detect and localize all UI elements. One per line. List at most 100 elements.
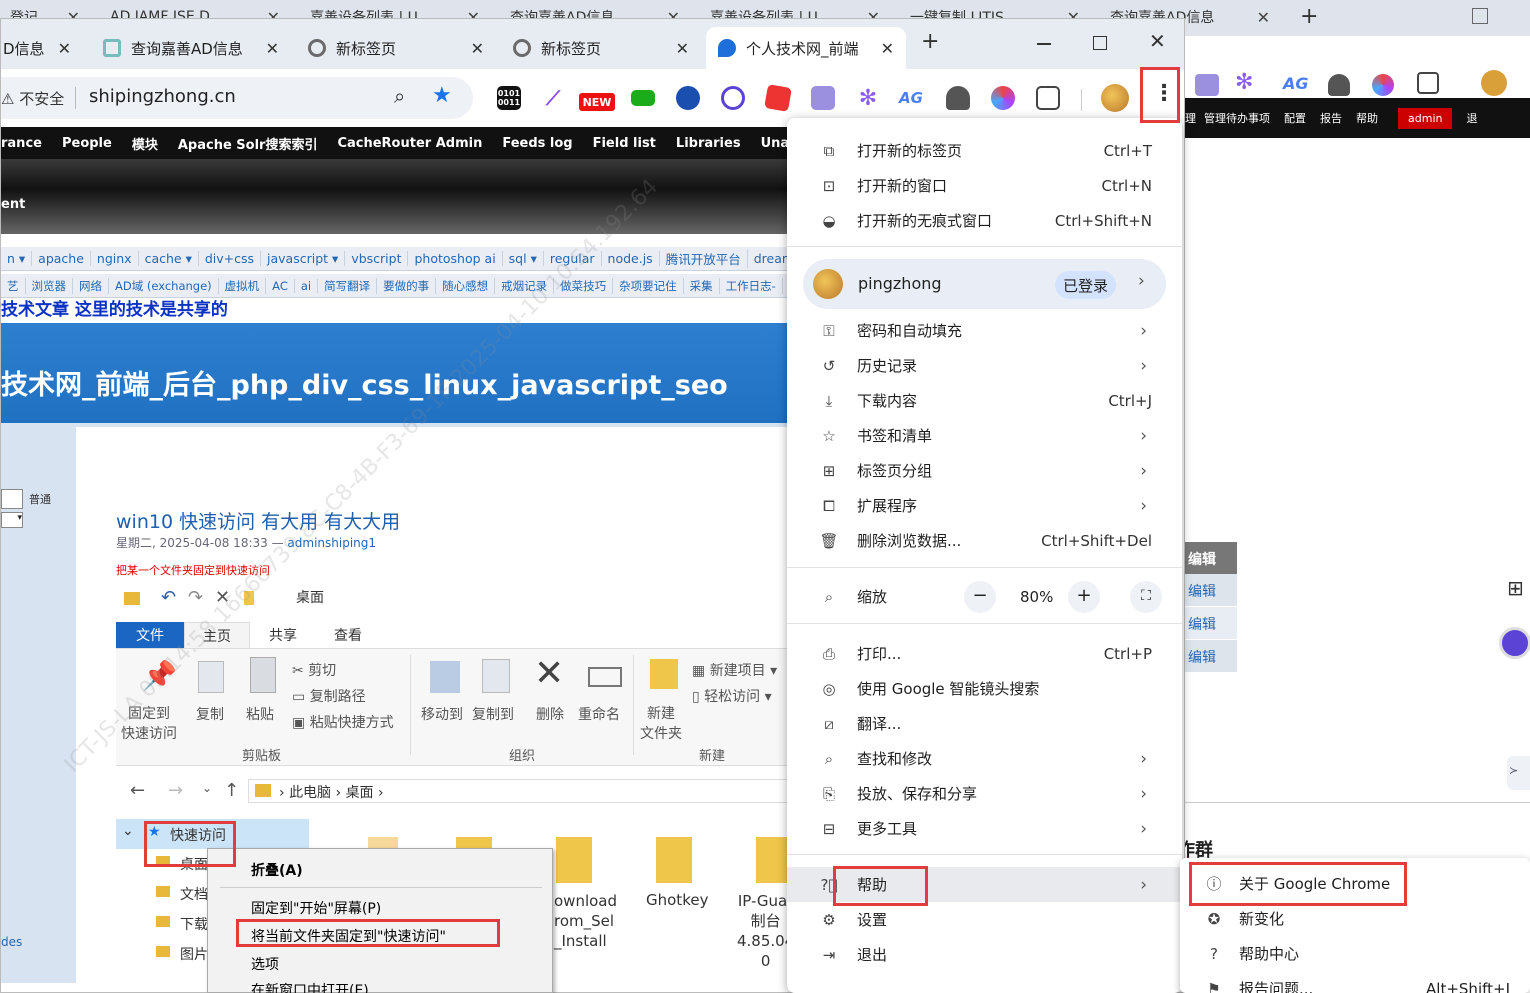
chat-extension-icon[interactable]	[631, 90, 655, 106]
submenu-help-center[interactable]: ? 帮助中心	[1180, 936, 1530, 971]
close-icon[interactable]: ✕	[1257, 8, 1270, 27]
nav-link[interactable]: 虚拟机	[219, 277, 267, 294]
nav-link[interactable]: 简写翻译	[318, 277, 378, 294]
zoom-out-button[interactable]: −	[964, 581, 996, 613]
nav-link[interactable]: apache	[32, 251, 91, 266]
submenu-whats-new[interactable]: ✪ 新变化	[1180, 901, 1530, 936]
menu-history[interactable]: ↺ 历史记录 ›	[787, 348, 1182, 383]
admin-menu-item[interactable]: 报告	[1320, 110, 1342, 126]
nav-link[interactable]: 艺	[1, 277, 26, 294]
browser-tab[interactable]: 新标签页 ✕	[296, 27, 496, 69]
avatar[interactable]	[1481, 70, 1507, 96]
nav-link[interactable]: 做菜技巧	[554, 277, 614, 294]
menu-lens[interactable]: ◎ 使用 Google 智能镜头搜索	[787, 671, 1182, 706]
camera-extension-icon[interactable]	[946, 86, 970, 110]
profile-avatar[interactable]	[1101, 84, 1129, 112]
close-icon[interactable]: ✕	[471, 39, 484, 58]
dice-extension-icon[interactable]	[764, 84, 792, 112]
admin-link[interactable]: Field list	[593, 136, 656, 151]
pen-extension-icon[interactable]: ⟋	[541, 86, 565, 110]
edit-link[interactable]: 编辑	[1185, 640, 1237, 672]
triangle-extension-icon[interactable]	[676, 86, 700, 110]
admin-menu-item[interactable]: 帮助	[1356, 110, 1378, 126]
zoom-in-button[interactable]: +	[1068, 581, 1100, 613]
menu-tab-groups[interactable]: ⊞ 标签页分组 ›	[787, 453, 1182, 488]
menu-more-tools[interactable]: ⊟ 更多工具 ›	[787, 811, 1182, 846]
menu-exit[interactable]: ⇥ 退出	[787, 937, 1182, 972]
close-window-icon[interactable]: ✕	[1149, 29, 1166, 53]
ag-extension-icon[interactable]: AG	[1283, 74, 1309, 93]
new-badge-icon[interactable]: NEW	[579, 93, 615, 111]
minimize-icon[interactable]	[1037, 43, 1051, 45]
menu-incognito[interactable]: ◒ 打开新的无痕式窗口 Ctrl+Shift+N	[787, 203, 1182, 238]
nav-link[interactable]: 要做的事	[377, 277, 437, 294]
submenu-report-issue[interactable]: ⚑ 报告问题... Alt+Shift+I	[1180, 971, 1530, 993]
nav-link[interactable]: AD域 (exchange)	[109, 277, 219, 294]
nav-link[interactable]: regular	[544, 251, 602, 266]
menu-passwords[interactable]: ⚿ 密码和自动填充 ›	[787, 313, 1182, 348]
menu-settings[interactable]: ⚙ 设置	[787, 902, 1182, 937]
browser-tab-active[interactable]: 个人技术网_前端 ✕	[706, 27, 906, 69]
nav-link[interactable]: javascript ▾	[261, 251, 346, 266]
brain-extension-icon[interactable]	[991, 86, 1015, 110]
new-tab-icon[interactable]: +	[921, 29, 939, 54]
admin-menu-item[interactable]: 理	[1185, 110, 1196, 126]
nav-link[interactable]: photoshop ai	[408, 251, 503, 266]
nav-link[interactable]: div+css	[199, 251, 262, 266]
binary-extension-icon[interactable]: 0101 0011	[497, 86, 521, 110]
menu-bookmarks[interactable]: ☆ 书签和清单 ›	[787, 418, 1182, 453]
browser-tab[interactable]: 查询嘉善AD信息 ✕	[91, 27, 291, 69]
nav-link[interactable]: n ▾	[1, 251, 33, 266]
puzzle-icon[interactable]	[1036, 86, 1060, 110]
side-panel-toggle-icon[interactable]: ≻	[1507, 756, 1530, 790]
nav-link[interactable]: 腾讯开放平台	[660, 249, 748, 268]
nav-link[interactable]: vbscript	[345, 251, 409, 266]
brain-extension-icon[interactable]	[1372, 74, 1394, 96]
nav-link[interactable]: ai	[295, 278, 319, 293]
maximize-icon[interactable]	[1472, 8, 1488, 24]
admin-link[interactable]: rance	[1, 136, 42, 151]
nav-link[interactable]: 戒烟记录	[495, 277, 555, 294]
extension-icon[interactable]	[1195, 74, 1219, 96]
bookmark-star-icon[interactable]: ★	[432, 83, 452, 108]
profile-row[interactable]: pingzhong 已登录 ›	[803, 259, 1166, 309]
assistant-extension-icon[interactable]	[721, 86, 745, 110]
browser-tab[interactable]: D信息 ✕	[1, 27, 83, 69]
nav-link[interactable]: 随心感想	[436, 277, 496, 294]
post-author[interactable]: adminshiping1	[287, 536, 376, 550]
url-text[interactable]: shipingzhong.cn	[89, 86, 236, 107]
nav-link[interactable]: nginx	[91, 251, 139, 266]
close-icon[interactable]: ✕	[881, 39, 894, 58]
admin-link[interactable]: People	[62, 136, 112, 151]
post-title[interactable]: win10 快速访问 有大用 有大大用	[116, 507, 400, 534]
menu-downloads[interactable]: ⤓ 下载内容 Ctrl+J	[787, 383, 1182, 418]
admin-link[interactable]: Apache Solr搜索索引	[178, 134, 318, 153]
admin-subbar-text[interactable]: ent	[1, 197, 25, 212]
menu-translate[interactable]: ⧄ 翻译...	[787, 706, 1182, 741]
menu-new-tab[interactable]: ⧉ 打开新的标签页 Ctrl+T	[787, 133, 1182, 168]
edit-link[interactable]: 编辑	[1185, 542, 1237, 574]
ag-extension-icon[interactable]: AG	[899, 86, 923, 110]
browser-tab[interactable]: 新标签页 ✕	[501, 27, 701, 69]
address-bar[interactable]: ⚠ 不安全 shipingzhong.cn ⌕ ★	[1, 77, 473, 119]
edit-link[interactable]: 编辑	[1185, 607, 1237, 639]
screen-extension-icon[interactable]	[811, 86, 835, 110]
search-icon[interactable]: ⌕	[394, 84, 405, 108]
menu-cast[interactable]: ⎘ 投放、保存和分享 ›	[787, 776, 1182, 811]
search-input[interactable]	[1, 489, 23, 509]
menu-find[interactable]: ⌕ 查找和修改 ›	[787, 741, 1182, 776]
gear-extension-icon[interactable]: ✻	[1235, 70, 1253, 95]
nav-link[interactable]: node.js	[602, 251, 660, 266]
nav-link[interactable]: AC	[266, 278, 295, 293]
admin-link[interactable]: Feeds log	[502, 136, 572, 151]
admin-menu-item[interactable]: 配置	[1284, 110, 1306, 126]
fullscreen-icon[interactable]: ⛶	[1130, 581, 1162, 613]
side-link[interactable]: des	[1, 935, 22, 949]
close-icon[interactable]: ✕	[58, 39, 71, 58]
assistant-icon[interactable]	[1499, 627, 1530, 659]
site-title[interactable]: 技术网_前端_后台_php_div_css_linux_javascript_s…	[1, 363, 728, 402]
menu-print[interactable]: ⎙ 打印... Ctrl+P	[787, 636, 1182, 671]
security-indicator[interactable]: ⚠ 不安全	[1, 88, 64, 109]
close-icon[interactable]: ✕	[266, 39, 279, 58]
gear-extension-icon[interactable]: ✻	[856, 86, 880, 111]
